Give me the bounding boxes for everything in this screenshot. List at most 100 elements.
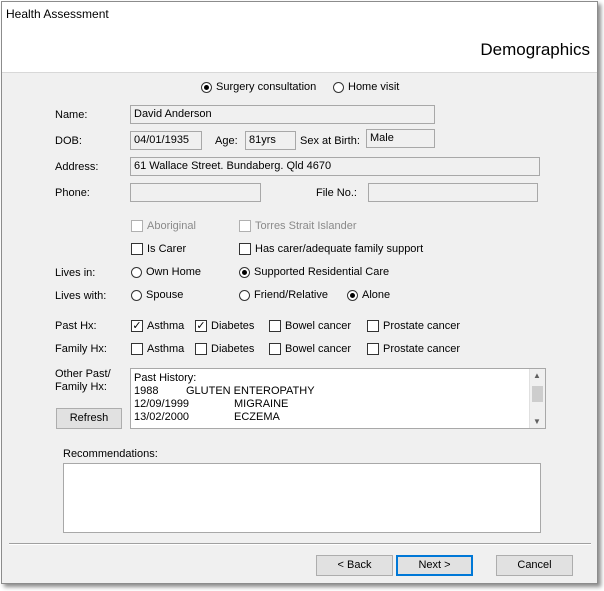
next-button[interactable]: Next > xyxy=(396,555,473,576)
past-diabetes-label: Diabetes xyxy=(211,320,255,332)
other-history-memo[interactable]: Past History: 1988 GLUTEN ENTEROPATHY 12… xyxy=(130,368,546,429)
address-field[interactable]: 61 Wallace Street. Bundaberg. Qld 4670 xyxy=(130,157,540,176)
family-prostate-cancer-label: Prostate cancer xyxy=(383,343,461,355)
is-carer-label: Is Carer xyxy=(147,243,187,255)
back-button[interactable]: < Back xyxy=(316,555,393,576)
recommendations-label: Recommendations: xyxy=(63,448,158,460)
surgery-consultation-radio[interactable]: Surgery consultation xyxy=(201,81,316,93)
checkbox-empty-icon xyxy=(269,343,281,355)
family-bowel-cancer-label: Bowel cancer xyxy=(285,343,352,355)
past-bowel-cancer-checkbox[interactable]: Bowel cancer xyxy=(269,320,351,332)
has-carer-label: Has carer/adequate family support xyxy=(255,243,424,255)
age-field[interactable]: 81yrs xyxy=(245,131,296,150)
refresh-button[interactable]: Refresh xyxy=(56,408,122,429)
scroll-thumb[interactable] xyxy=(532,386,543,402)
own-home-label: Own Home xyxy=(146,266,202,278)
health-assessment-window: Health Assessment Demographics Surgery c… xyxy=(1,1,598,584)
checkbox-empty-icon xyxy=(195,343,207,355)
past-asthma-checkbox[interactable]: ✓ Asthma xyxy=(131,320,184,332)
other-history-content: Past History: 1988 GLUTEN ENTEROPATHY 12… xyxy=(134,372,315,424)
past-bowel-cancer-label: Bowel cancer xyxy=(285,320,352,332)
file-no-label: File No.: xyxy=(316,187,357,199)
torres-strait-checkbox[interactable]: Torres Strait Islander xyxy=(239,220,356,232)
family-hx-label: Family Hx: xyxy=(55,343,107,355)
radio-empty-icon xyxy=(131,289,142,301)
spouse-radio[interactable]: Spouse xyxy=(131,289,183,301)
home-visit-label: Home visit xyxy=(348,81,400,93)
page-title: Demographics xyxy=(480,40,590,59)
recommendations-textarea[interactable] xyxy=(63,463,541,533)
family-asthma-checkbox[interactable]: Asthma xyxy=(131,343,184,355)
radio-empty-icon xyxy=(131,266,142,278)
checkmark-icon: ✓ xyxy=(195,320,207,332)
checkbox-empty-icon xyxy=(131,343,143,355)
family-diabetes-label: Diabetes xyxy=(211,343,255,355)
supported-residential-label: Supported Residential Care xyxy=(254,266,390,278)
surgery-consultation-label: Surgery consultation xyxy=(216,81,317,93)
family-asthma-label: Asthma xyxy=(147,343,185,355)
aboriginal-checkbox[interactable]: Aboriginal xyxy=(131,220,196,232)
radio-selected-icon xyxy=(201,81,212,93)
radio-empty-icon xyxy=(333,81,344,93)
family-bowel-cancer-checkbox[interactable]: Bowel cancer xyxy=(269,343,351,355)
footer-divider xyxy=(9,543,591,545)
title-bar: Health Assessment xyxy=(2,2,597,26)
file-no-field[interactable] xyxy=(368,183,538,202)
scroll-down-icon[interactable]: ▼ xyxy=(533,417,541,426)
family-prostate-cancer-checkbox[interactable]: Prostate cancer xyxy=(367,343,460,355)
checkmark-icon: ✓ xyxy=(131,320,143,332)
checkbox-empty-icon xyxy=(131,243,143,255)
home-visit-radio[interactable]: Home visit xyxy=(333,81,399,93)
other-past-label: Other Past/ xyxy=(55,368,111,380)
phone-label: Phone: xyxy=(55,187,90,199)
friend-relative-label: Friend/Relative xyxy=(254,289,328,301)
age-label: Age: xyxy=(215,135,238,147)
checkbox-empty-icon xyxy=(269,320,281,332)
supported-residential-radio[interactable]: Supported Residential Care xyxy=(239,266,389,278)
lives-in-label: Lives in: xyxy=(55,267,96,279)
history-date: 13/02/2000 xyxy=(134,411,190,423)
phone-field[interactable] xyxy=(130,183,261,202)
history-date: 12/09/1999 xyxy=(134,398,190,410)
name-label: Name: xyxy=(55,109,88,121)
past-prostate-cancer-label: Prostate cancer xyxy=(383,320,461,332)
radio-selected-icon xyxy=(239,266,250,278)
checkbox-empty-icon xyxy=(131,220,143,232)
checkbox-empty-icon xyxy=(367,343,379,355)
past-asthma-label: Asthma xyxy=(147,320,185,332)
history-condition: ECZEMA xyxy=(234,411,280,423)
dob-label: DOB: xyxy=(55,135,82,147)
checkbox-empty-icon xyxy=(239,243,251,255)
history-heading: Past History: xyxy=(134,372,197,384)
history-condition: GLUTEN ENTEROPATHY xyxy=(186,385,315,397)
checkbox-empty-icon xyxy=(239,220,251,232)
checkbox-empty-icon xyxy=(367,320,379,332)
radio-empty-icon xyxy=(239,289,250,301)
friend-relative-radio[interactable]: Friend/Relative xyxy=(239,289,328,301)
name-field[interactable]: David Anderson xyxy=(130,105,435,124)
past-hx-label: Past Hx: xyxy=(55,320,97,332)
alone-radio[interactable]: Alone xyxy=(347,289,390,301)
is-carer-checkbox[interactable]: Is Carer xyxy=(131,243,186,255)
history-row: 1988 GLUTEN ENTEROPATHY xyxy=(134,385,315,398)
history-date: 1988 xyxy=(134,385,159,397)
has-carer-checkbox[interactable]: Has carer/adequate family support xyxy=(239,243,423,255)
cancel-button[interactable]: Cancel xyxy=(496,555,573,576)
history-row: 12/09/1999 MIGRAINE xyxy=(134,398,315,411)
window-title: Health Assessment xyxy=(6,7,109,21)
past-prostate-cancer-checkbox[interactable]: Prostate cancer xyxy=(367,320,460,332)
history-condition: MIGRAINE xyxy=(234,398,289,410)
own-home-radio[interactable]: Own Home xyxy=(131,266,201,278)
scroll-up-icon[interactable]: ▲ xyxy=(533,371,541,380)
sex-field[interactable]: Male xyxy=(366,129,435,148)
lives-with-label: Lives with: xyxy=(55,290,107,302)
history-row: 13/02/2000 ECZEMA xyxy=(134,411,315,424)
history-scrollbar[interactable]: ▲ ▼ xyxy=(529,369,545,428)
spouse-label: Spouse xyxy=(146,289,184,301)
past-diabetes-checkbox[interactable]: ✓ Diabetes xyxy=(195,320,254,332)
aboriginal-label: Aboriginal xyxy=(147,220,196,232)
family-diabetes-checkbox[interactable]: Diabetes xyxy=(195,343,254,355)
dob-field[interactable]: 04/01/1935 xyxy=(130,131,202,150)
page-header: Demographics xyxy=(2,26,597,73)
address-label: Address: xyxy=(55,161,99,173)
